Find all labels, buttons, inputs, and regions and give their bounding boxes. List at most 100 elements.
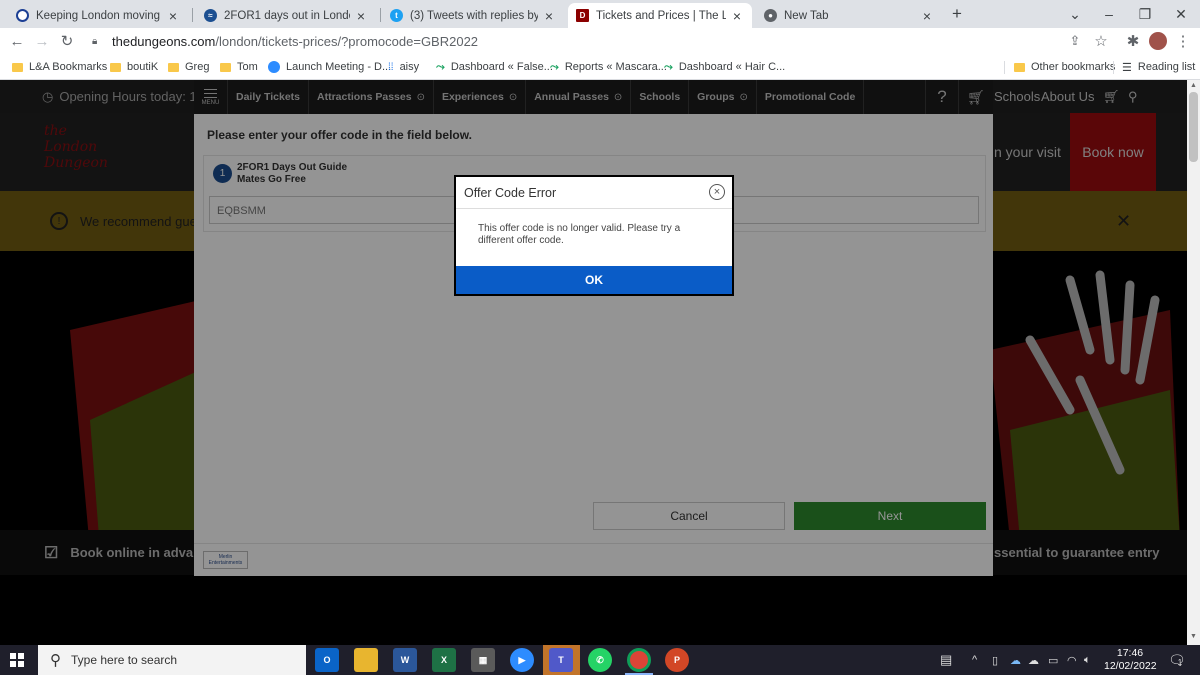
bookmark-dashboard-false[interactable]: ⤳ Dashboard « False... (436, 54, 553, 80)
wifi-icon[interactable]: ◠ (1067, 645, 1077, 675)
powerpoint-icon[interactable]: P (665, 648, 689, 672)
reload-icon[interactable]: ↻ (56, 28, 78, 54)
reading-list[interactable]: ☰ Reading list (1122, 54, 1195, 80)
system-clock[interactable]: 17:46 12/02/2022 (1104, 647, 1157, 673)
scroll-down-icon[interactable]: ▼ (1190, 633, 1197, 640)
new-tab-button[interactable]: + (942, 0, 972, 28)
national-rail-icon: ≈ (204, 9, 217, 22)
close-window-icon[interactable]: ✕ (1162, 0, 1200, 28)
tab-title: 2FOR1 days out in London | Nati (224, 9, 350, 22)
tab-title: New Tab (784, 9, 829, 22)
forward-icon[interactable]: → (31, 28, 53, 54)
clock-date: 12/02/2022 (1104, 660, 1157, 672)
calculator-icon[interactable]: ▦ (471, 648, 495, 672)
word-icon[interactable]: W (393, 648, 417, 672)
whatsapp-icon[interactable]: ✆ (588, 648, 612, 672)
bookmark-dashboard-hair[interactable]: ⤳ Dashboard « Hair C... (664, 54, 785, 80)
clock-time: 17:46 (1116, 647, 1144, 659)
close-tab-icon[interactable]: × (542, 8, 556, 24)
bookmark-other[interactable]: Other bookmarks (1014, 54, 1115, 80)
close-tab-icon[interactable]: × (730, 8, 744, 24)
dialog-title: Offer Code Error (464, 186, 557, 200)
share-icon[interactable]: ⇪ (1064, 28, 1086, 54)
tab-2for1[interactable]: ≈ 2FOR1 days out in London | Nati × (196, 3, 376, 28)
meet-now-icon[interactable]: ▯ (992, 645, 998, 675)
bookmark-l-a[interactable]: L&A Bookmarks (12, 54, 107, 80)
profile-avatar[interactable] (1149, 32, 1167, 50)
bookmarks-bar: L&A Bookmarks boutiK Greg Tom Launch Mee… (0, 54, 1200, 80)
news-widget-icon[interactable]: ▤ (940, 645, 952, 675)
close-tab-icon[interactable]: × (354, 8, 368, 24)
tab-new-tab[interactable]: ● New Tab × (756, 3, 942, 28)
chrome-icon[interactable] (627, 648, 651, 672)
reading-list-icon: ☰ (1122, 61, 1132, 74)
zoom-icon (268, 61, 280, 73)
folder-icon (1014, 62, 1025, 72)
outlook-icon[interactable]: O (315, 648, 339, 672)
tab-search-icon[interactable]: ⌄ (1056, 0, 1094, 28)
tab-twitter[interactable]: t (3) Tweets with replies by Days O × (382, 3, 564, 28)
bookmark-launch-meeting[interactable]: Launch Meeting - D... (268, 54, 391, 80)
address-bar[interactable]: 🔒︎ thedungeons.com/london/tickets-prices… (84, 30, 1120, 52)
search-icon: ⚲ (50, 652, 61, 669)
windows-start-icon[interactable] (10, 653, 24, 667)
tab-title: Tickets and Prices | The London D (596, 9, 726, 22)
glitch-icon: ⤳ (664, 60, 673, 73)
close-dialog-icon[interactable]: × (709, 184, 725, 200)
notifications-icon[interactable]: 🗨︎ 1 (1168, 645, 1186, 675)
offer-code-error-dialog: Offer Code Error × This offer code is no… (454, 175, 734, 296)
excel-icon[interactable]: X (432, 648, 456, 672)
onedrive-icon[interactable]: ☁ (1010, 645, 1021, 675)
tab-title: Keeping London moving - Transp (36, 9, 162, 22)
lock-icon: 🔒︎ (92, 35, 98, 47)
zoom-icon[interactable]: ▶ (510, 648, 534, 672)
bookmark-reports-mascara[interactable]: ⤳ Reports « Mascara... (550, 54, 667, 80)
twitter-icon: t (390, 9, 403, 22)
browser-toolbar: ← → ↻ 🔒︎ thedungeons.com/london/tickets-… (0, 28, 1200, 54)
scroll-up-icon[interactable]: ▲ (1190, 82, 1197, 89)
taskbar-search[interactable]: ⚲ Type here to search (38, 645, 306, 675)
extensions-icon[interactable]: ✱ (1122, 28, 1144, 54)
minimize-icon[interactable]: – (1090, 0, 1128, 28)
cloud-icon[interactable]: ☁ (1028, 645, 1039, 675)
bookmark-aisy[interactable]: ⁞⁞ aisy (388, 54, 419, 80)
chrome-icon: ● (764, 9, 777, 22)
ok-button[interactable]: OK (456, 266, 732, 294)
windows-taskbar: ⚲ Type here to search O W X ▦ ▶ T ✆ P ▤ … (0, 645, 1200, 675)
tab-transport[interactable]: Keeping London moving - Transp × (8, 3, 188, 28)
glitch-icon: ⤳ (550, 60, 559, 73)
close-tab-icon[interactable]: × (920, 8, 934, 24)
bookmark-star-icon[interactable]: ☆ (1090, 28, 1112, 54)
bookmark-boutik[interactable]: boutiK (110, 54, 158, 80)
url-domain: thedungeons.com (112, 33, 216, 49)
dialog-divider (456, 208, 732, 209)
close-tab-icon[interactable]: × (166, 8, 180, 24)
grid-icon: ⁞⁞ (388, 61, 394, 73)
page-scrollbar[interactable]: ▲ ▼ (1187, 80, 1200, 645)
browser-tab-strip: Keeping London moving - Transp × ≈ 2FOR1… (0, 0, 1200, 28)
teams-icon[interactable]: T (549, 648, 573, 672)
dialog-message: This offer code is no longer valid. Plea… (478, 223, 681, 246)
bookmark-tom[interactable]: Tom (220, 54, 258, 80)
search-placeholder: Type here to search (71, 653, 178, 667)
folder-icon (168, 62, 179, 72)
volume-icon[interactable]: 🔈︎ (1084, 645, 1091, 675)
tab-dungeons[interactable]: D Tickets and Prices | The London D × (568, 3, 752, 28)
battery-icon[interactable]: ▭ (1048, 645, 1058, 675)
kebab-menu-icon[interactable]: ⋮ (1172, 28, 1194, 54)
bookmark-greg[interactable]: Greg (168, 54, 209, 80)
tfl-roundel-icon (16, 9, 29, 22)
folder-icon (12, 62, 23, 72)
glitch-icon: ⤳ (436, 60, 445, 73)
folder-icon (110, 62, 121, 72)
file-explorer-icon[interactable] (354, 648, 378, 672)
dungeons-icon: D (576, 9, 589, 22)
back-icon[interactable]: ← (6, 28, 28, 54)
url-path: /london/tickets-prices/?promocode=GBR202… (215, 33, 479, 49)
tab-title: (3) Tweets with replies by Days O (410, 9, 538, 22)
maximize-icon[interactable]: ❐ (1126, 0, 1164, 28)
show-hidden-icons[interactable]: ^ (972, 645, 977, 675)
folder-icon (220, 62, 231, 72)
scrollbar-thumb[interactable] (1189, 92, 1198, 162)
modal-overlay[interactable] (0, 80, 1187, 645)
